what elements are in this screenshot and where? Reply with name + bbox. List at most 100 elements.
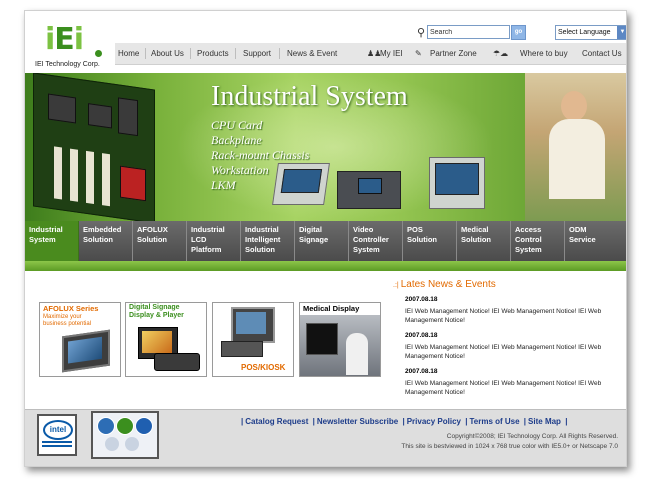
tab-pos-solution[interactable]: POS Solution <box>403 221 457 261</box>
partner-badges[interactable] <box>91 411 159 459</box>
search-icon: ⚲ <box>417 27 426 39</box>
promo-pos-kiosk[interactable]: POS/KIOSK <box>212 302 294 377</box>
news-item-link[interactable]: IEI Web Management Notice! IEI Web Manag… <box>405 379 620 397</box>
tab-label: POS <box>407 225 423 234</box>
footer-link-newsletter[interactable]: Newsletter Subscribe <box>317 417 398 426</box>
best-viewed-text: This site is bestviewed in 1024 x 768 tr… <box>401 443 618 450</box>
registered-dot <box>95 50 102 57</box>
tab-label: ODM <box>569 225 587 234</box>
tab-label: System <box>29 235 56 244</box>
tab-industrial-intelligent-solution[interactable]: Industrial Intelligent Solution <box>241 221 295 261</box>
iei-logo-mark: iEi <box>45 22 84 57</box>
nav-news-event[interactable]: News & Event <box>287 49 337 58</box>
nav-divider <box>279 48 280 59</box>
promo-subtitle: business potential <box>43 321 92 327</box>
banner-title: Industrial System <box>211 81 408 112</box>
handshake-icon: ✎ <box>415 49 422 58</box>
tab-label: Industrial <box>191 225 225 234</box>
banner-item: CPU Card <box>211 118 263 132</box>
nav-contact-us[interactable]: Contact Us <box>582 49 622 58</box>
intel-logo: intel <box>43 420 73 440</box>
tab-label: Medical <box>461 225 489 234</box>
promo-title: POS/KIOSK <box>241 363 286 372</box>
search-input[interactable] <box>427 25 510 39</box>
news-date: 2007.08.18 <box>405 296 438 303</box>
tab-label: Platform <box>191 245 222 254</box>
search-go-button[interactable]: go <box>511 25 526 40</box>
footer-link-catalog[interactable]: Catalog Request <box>245 417 308 426</box>
tab-label: System <box>353 245 380 254</box>
medical-photo <box>300 315 380 376</box>
tab-label: System <box>515 245 542 254</box>
tab-label: Access <box>515 225 542 234</box>
partner-logo-icon <box>105 437 119 451</box>
nav-home[interactable]: Home <box>118 49 139 58</box>
hero-banner[interactable]: Industrial System CPU Card Backplane Rac… <box>25 73 626 221</box>
footer-link-sitemap[interactable]: Site Map <box>528 417 561 426</box>
footer-link-privacy[interactable]: Privacy Policy <box>407 417 461 426</box>
tab-label: Controller <box>353 235 389 244</box>
partner-logo-icon <box>97 417 115 435</box>
nav-partner-zone[interactable]: Partner Zone <box>430 49 477 58</box>
pos-terminal-image <box>231 307 275 343</box>
rackmount-chassis-image <box>337 171 401 209</box>
tab-label: Solution <box>83 235 113 244</box>
news-heading: .:| Lates News & Events <box>393 279 496 290</box>
promo-title: Medical Display <box>303 304 360 313</box>
nav-where-to-buy[interactable]: Where to buy <box>520 49 568 58</box>
tab-access-control-system[interactable]: Access Control System <box>511 221 565 261</box>
tab-label: Solution <box>245 245 275 254</box>
page-window: iEi IEI Technology Corp. ⚲ go Select Lan… <box>24 10 627 467</box>
intel-badge[interactable]: intel <box>37 414 77 456</box>
logo-text: IEI Technology Corp. <box>35 61 100 68</box>
tab-label: Solution <box>137 235 167 244</box>
tab-industrial-system[interactable]: Industrial System <box>25 221 79 261</box>
main-nav: Home About Us Products Support News & Ev… <box>115 43 626 65</box>
footer-link-terms[interactable]: Terms of Use <box>469 417 519 426</box>
tab-embedded-solution[interactable]: Embedded Solution <box>79 221 133 261</box>
tab-label: LCD <box>191 235 207 244</box>
promo-digital-signage[interactable]: Digital Signage Display & Player <box>125 302 207 377</box>
news-item-link[interactable]: IEI Web Management Notice! IEI Web Manag… <box>405 307 620 325</box>
news-date: 2007.08.18 <box>405 368 438 375</box>
tab-medical-solution[interactable]: Medical Solution <box>457 221 511 261</box>
language-select[interactable]: Select Language ▼ <box>555 25 626 40</box>
tab-label: AFOLUX <box>137 225 168 234</box>
news-date: 2007.08.18 <box>405 332 438 339</box>
operator-photo <box>525 73 626 221</box>
partner-logo-icon <box>125 437 139 451</box>
nav-support[interactable]: Support <box>243 49 271 58</box>
news-item-link[interactable]: IEI Web Management Notice! IEI Web Manag… <box>405 343 620 361</box>
tab-label: Intelligent <box>245 235 281 244</box>
promo-afolux[interactable]: AFOLUX Series Maximize your business pot… <box>39 302 121 377</box>
tab-odm-service[interactable]: ODM Service <box>565 221 626 261</box>
nav-divider <box>145 48 146 59</box>
category-tabs: Industrial System Embedded Solution AFOL… <box>25 221 626 261</box>
promo-medical-display[interactable]: Medical Display <box>299 302 381 377</box>
iei-logo[interactable]: iEi IEI Technology Corp. <box>35 23 105 75</box>
promo-title: Digital Signage <box>129 304 180 311</box>
nav-my-iei[interactable]: My IEI <box>380 49 403 58</box>
tab-label: Digital <box>299 225 322 234</box>
tab-afolux-solution[interactable]: AFOLUX Solution <box>133 221 187 261</box>
tab-label: Video <box>353 225 374 234</box>
tab-digital-signage[interactable]: Digital Signage <box>295 221 349 261</box>
tab-industrial-lcd-platform[interactable]: Industrial LCD Platform <box>187 221 241 261</box>
promo-title: Display & Player <box>129 312 184 319</box>
tab-label: Industrial <box>245 225 279 234</box>
language-select-value: Select Language <box>558 29 611 36</box>
banner-item: Backplane <box>211 133 262 147</box>
copyright-text: Copyright©2008; IEI Technology Corp. All… <box>446 433 618 440</box>
nav-products[interactable]: Products <box>197 49 229 58</box>
banner-item: Rack-mount Chassis <box>211 148 310 162</box>
iei-round-icon <box>116 417 134 435</box>
category-underline-bar <box>25 261 626 271</box>
tab-label: Embedded <box>83 225 122 234</box>
cpu-card-image <box>33 73 155 221</box>
workstation-image <box>272 163 330 205</box>
nav-about[interactable]: About Us <box>151 49 184 58</box>
nav-divider <box>235 48 236 59</box>
tab-label: Industrial <box>29 225 63 234</box>
tab-video-controller-system[interactable]: Video Controller System <box>349 221 403 261</box>
footer-links: | Catalog Request | Newsletter Subscribe |… <box>241 417 568 426</box>
